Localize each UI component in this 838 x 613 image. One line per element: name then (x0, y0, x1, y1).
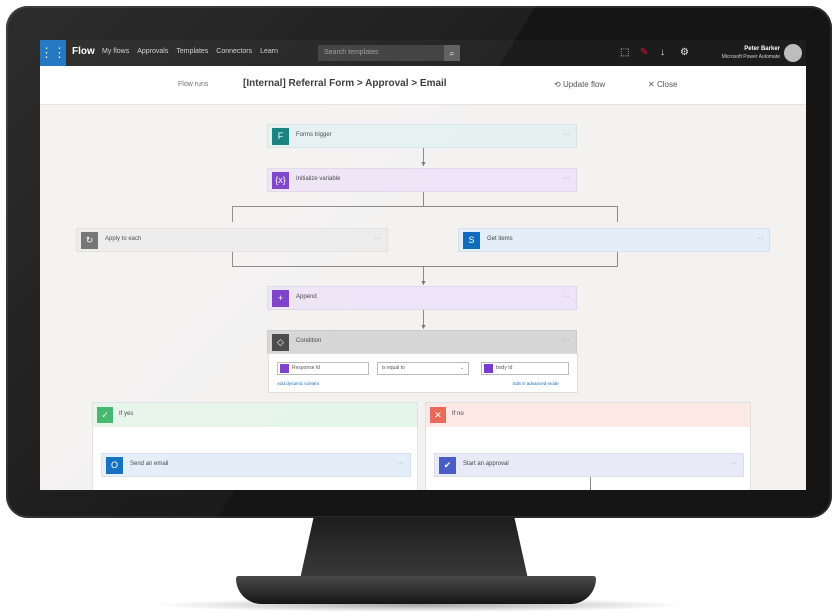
step-send-email[interactable]: O Send an email ··· (101, 453, 411, 477)
branch-label-yes: If yes (119, 411, 134, 417)
step-label: Get items (487, 236, 513, 242)
condition-right-value[interactable]: body Id (481, 362, 569, 375)
nav-item-approvals[interactable]: Approvals (137, 48, 168, 55)
notification-icon[interactable]: ⬚ (620, 47, 629, 58)
monitor-stand-base (236, 576, 596, 604)
branch-label-no: If no (452, 411, 464, 417)
more-icon[interactable]: ··· (563, 131, 570, 138)
more-icon[interactable]: ··· (563, 175, 570, 182)
more-icon[interactable]: ··· (374, 235, 381, 242)
step-initialize-variable[interactable]: {x} Initialize variable ··· (267, 168, 577, 192)
close-icon: ✕ (648, 80, 657, 89)
user-info[interactable]: Peter Barker Microsoft Power Automate (722, 45, 780, 61)
nav-item-connectors[interactable]: Connectors (216, 48, 252, 55)
flow-title: [Internal] Referral Form > Approval > Em… (243, 78, 447, 89)
branch-header-no[interactable]: ✕ If no (426, 403, 750, 427)
condition-left-value[interactable]: Response Id (277, 362, 369, 375)
search-input[interactable]: Search templates (318, 45, 444, 61)
update-icon: ⟲ (554, 80, 563, 89)
user-name: Peter Barker (744, 46, 780, 52)
step-label: Initialize variable (296, 176, 341, 182)
edit-advanced-link[interactable]: Edit in advanced mode (513, 381, 559, 386)
alert-icon[interactable]: ✎ (640, 47, 648, 58)
condition-icon: ◇ (272, 334, 289, 351)
connector-line (423, 192, 424, 206)
connector-line (232, 206, 233, 222)
step-get-items[interactable]: S Get items ··· (458, 228, 770, 252)
update-flow-label: Update flow (562, 80, 606, 89)
append-icon: + (272, 290, 289, 307)
top-bar: ⋮⋮ Flow My flows Approvals Templates Con… (40, 40, 806, 66)
left-value-text: Response Id (292, 365, 321, 371)
step-label: Condition (296, 338, 322, 344)
gear-icon[interactable]: ⚙ (680, 47, 689, 58)
nav-item-my-flows[interactable]: My flows (102, 48, 129, 55)
brand-name[interactable]: Flow (72, 46, 95, 57)
connector-line (617, 206, 618, 222)
command-bar: Flow runs [Internal] Referral Form > App… (40, 66, 806, 105)
step-label: Apply to each (105, 236, 142, 242)
avatar[interactable] (784, 44, 802, 62)
step-append[interactable]: + Append ··· (267, 286, 577, 310)
more-icon[interactable]: ··· (563, 337, 570, 344)
variable-token-icon (484, 364, 493, 373)
update-flow-button[interactable]: ⟲ Update flow (554, 80, 605, 89)
branch-if-no: ✕ If no ✔ Start an approval ··· (425, 402, 751, 490)
forms-icon: F (272, 128, 289, 145)
connector-line (232, 252, 233, 266)
more-icon[interactable]: ··· (730, 460, 737, 467)
more-icon[interactable]: ··· (397, 460, 404, 467)
outlook-icon: O (106, 457, 123, 474)
back-link[interactable]: Flow runs (178, 81, 208, 88)
search-icon[interactable]: ⌕ (444, 45, 460, 61)
waffle-icon[interactable]: ⋮⋮ (40, 40, 66, 66)
right-value-text: body Id (496, 365, 513, 371)
more-icon[interactable]: ··· (756, 235, 763, 242)
variable-icon: {x} (272, 172, 289, 189)
add-dynamic-content-link[interactable]: Add dynamic content (277, 381, 319, 386)
nav-item-templates[interactable]: Templates (176, 48, 208, 55)
nav-item-learn[interactable]: Learn (260, 48, 278, 55)
condition-operator-select[interactable]: is equal to ⌄ (377, 362, 469, 375)
connector-line (617, 252, 618, 266)
step-label: Start an approval (463, 461, 509, 467)
step-apply-to-each[interactable]: ↻ Apply to each ··· (76, 228, 388, 252)
close-label: Close (656, 80, 678, 89)
close-button[interactable]: ✕ Close (648, 80, 677, 89)
connector-line (590, 477, 591, 490)
step-condition[interactable]: ◇ Condition ··· (267, 330, 577, 354)
check-icon: ✓ (97, 407, 113, 423)
step-label: Send an email (130, 461, 169, 467)
sharepoint-icon: S (463, 232, 480, 249)
chevron-down-icon: ⌄ (460, 365, 465, 371)
screen: ⋮⋮ Flow My flows Approvals Templates Con… (40, 40, 806, 490)
step-forms-trigger[interactable]: F Forms trigger ··· (267, 124, 577, 148)
arrow-down-icon: ▼ (420, 161, 427, 168)
monitor-stand-neck (300, 517, 528, 579)
approval-icon: ✔ (439, 457, 456, 474)
branch-if-yes: ✓ If yes O Send an email ··· (92, 402, 418, 490)
condition-editor: Response Id is equal to ⌄ body Id Add dy… (268, 353, 578, 393)
user-org: Microsoft Power Automate (721, 54, 780, 60)
step-start-approval[interactable]: ✔ Start an approval ··· (434, 453, 744, 477)
branch-header-yes[interactable]: ✓ If yes (93, 403, 417, 427)
parallel-branch-bottom (232, 266, 618, 267)
step-label: Append (296, 294, 317, 300)
top-nav: My flows Approvals Templates Connectors … (102, 48, 278, 55)
operator-text: is equal to (382, 365, 405, 371)
parallel-branch-top (232, 206, 618, 207)
cross-icon: ✕ (430, 407, 446, 423)
more-icon[interactable]: ··· (563, 293, 570, 300)
forms-token-icon (280, 364, 289, 373)
loop-icon: ↻ (81, 232, 98, 249)
download-icon[interactable]: ↓ (660, 47, 665, 58)
step-label: Forms trigger (296, 132, 332, 138)
